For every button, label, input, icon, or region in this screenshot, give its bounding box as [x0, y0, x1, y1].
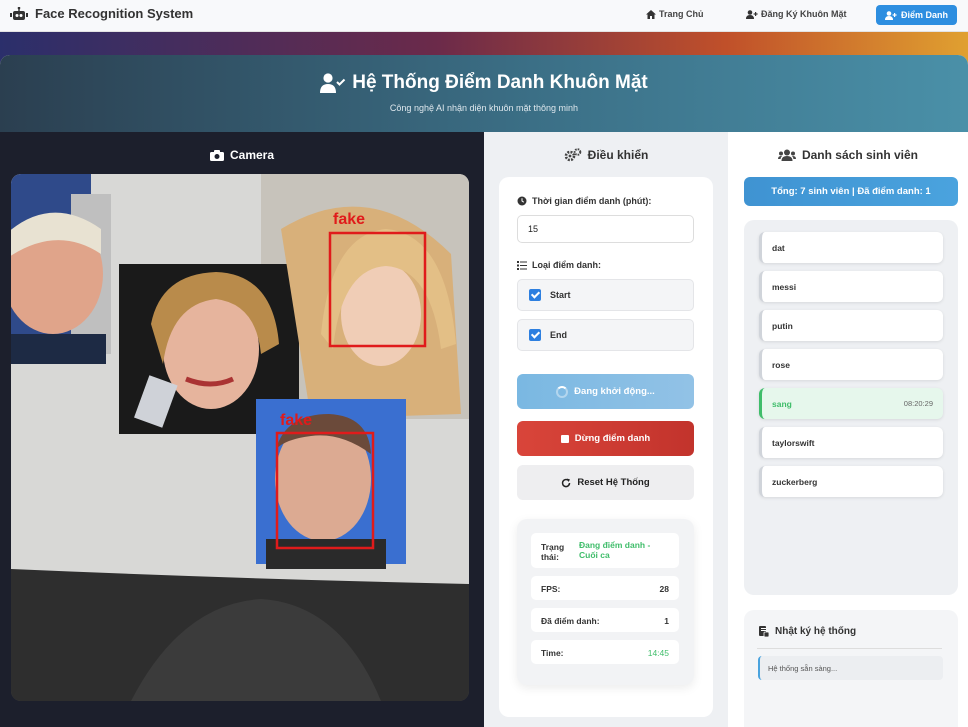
- home-icon: [646, 9, 656, 19]
- list-item[interactable]: rose: [759, 349, 943, 380]
- system-log: Nhật ký hệ thống Hệ thống sẵn sàng...: [744, 610, 958, 727]
- gears-icon: [564, 148, 581, 162]
- nav-attendance-button[interactable]: Điểm Danh: [876, 5, 957, 25]
- time-key: Time:: [541, 648, 564, 658]
- controls-panel: Điều khiển Thời gian điểm danh (phút): 1…: [484, 132, 728, 727]
- clock-icon: [517, 196, 527, 206]
- end-checkbox[interactable]: [529, 329, 541, 341]
- list-item[interactable]: messi: [759, 271, 943, 302]
- page-title-text: Hệ Thống Điểm Danh Khuôn Mặt: [352, 72, 648, 93]
- fps-key: FPS:: [541, 584, 561, 594]
- camera-frame-image: fake fake: [11, 174, 469, 701]
- time-row: Time: 14:45: [531, 640, 679, 664]
- list-item[interactable]: zuckerberg: [759, 466, 943, 497]
- detection-label: fake: [280, 412, 312, 429]
- user-check-icon: [884, 10, 897, 20]
- brand[interactable]: Face Recognition System: [10, 6, 193, 21]
- top-navbar: Face Recognition System Trang Chủ Đăng K…: [0, 0, 968, 32]
- students-title: Danh sách sinh viên: [728, 148, 968, 162]
- start-checkbox[interactable]: [529, 289, 541, 301]
- fps-row: FPS: 28: [531, 576, 679, 600]
- controls-title: Điều khiển: [484, 148, 728, 162]
- stop-icon: [560, 434, 569, 443]
- status-panel: Trạng thái: Đang điểm danh - Cuối ca FPS…: [517, 519, 694, 685]
- nav-home-label: Trang Chủ: [659, 9, 704, 19]
- time-input[interactable]: 15: [517, 215, 694, 243]
- detection-label: fake: [333, 211, 365, 228]
- start-option[interactable]: Start: [517, 279, 694, 311]
- list-icon: [517, 260, 527, 270]
- log-icon: [759, 626, 769, 637]
- status-key: Trạng thái:: [541, 542, 565, 562]
- divider: [757, 648, 942, 649]
- status-row: Trạng thái: Đang điểm danh - Cuối ca: [531, 533, 679, 568]
- students-title-text: Danh sách sinh viên: [801, 148, 919, 162]
- students-list: dat messi putin rose sang 08:20:29 taylor…: [744, 220, 958, 595]
- attended-value: 1: [664, 616, 669, 626]
- camera-feed: fake fake: [11, 174, 469, 701]
- brand-name: Face Recognition System: [35, 6, 194, 21]
- nav-attendance-label: Điểm Danh: [900, 10, 948, 20]
- list-item[interactable]: taylorswift: [759, 427, 943, 458]
- end-option[interactable]: End: [517, 319, 694, 351]
- reset-button[interactable]: Reset Hệ Thống: [517, 465, 694, 500]
- main-card: Hệ Thống Điểm Danh Khuôn Mặt Công nghệ A…: [0, 55, 968, 727]
- time-value: 14:45: [647, 648, 669, 658]
- students-summary: Tổng: 7 sinh viên | Đã điểm danh: 1: [744, 177, 958, 206]
- log-title: Nhật ký hệ thống: [758, 626, 856, 637]
- list-item[interactable]: putin: [759, 310, 943, 341]
- reset-button-label: Reset Hệ Thống: [577, 477, 650, 488]
- users-icon: [777, 149, 796, 161]
- attended-key: Đã điểm danh:: [541, 616, 600, 626]
- controls-title-text: Điều khiển: [587, 148, 649, 162]
- list-item[interactable]: sang 08:20:29: [759, 388, 943, 419]
- start-button[interactable]: Đang khởi động...: [517, 374, 694, 409]
- nav-home-link[interactable]: Trang Chủ: [646, 9, 704, 19]
- page-title: Hệ Thống Điểm Danh Khuôn Mặt: [0, 72, 968, 94]
- start-option-label: Start: [550, 290, 571, 300]
- type-label: Loại điểm danh:: [517, 260, 601, 270]
- page-subtitle: Công nghệ AI nhận diện khuôn mặt thông m…: [389, 103, 579, 113]
- robot-icon: [10, 6, 28, 20]
- user-check-icon: [320, 73, 346, 93]
- nav-register-link[interactable]: Đăng Ký Khuôn Mặt: [746, 9, 847, 19]
- camera-title-text: Camera: [229, 148, 275, 162]
- camera-panel: Camera fake fake: [0, 132, 484, 727]
- checkin-time: 08:20:29: [903, 399, 933, 408]
- list-item[interactable]: dat: [759, 232, 943, 263]
- end-option-label: End: [550, 330, 567, 340]
- status-value: Đang điểm danh - Cuối ca: [579, 540, 651, 560]
- controls-card: Thời gian điểm danh (phút): 15 Loại điểm…: [499, 177, 713, 717]
- camera-icon: [209, 149, 224, 161]
- start-button-label: Đang khởi động...: [574, 386, 655, 397]
- user-plus-icon: [746, 9, 758, 19]
- spinner-icon: [556, 385, 569, 398]
- refresh-icon: [562, 478, 571, 487]
- attended-row: Đã điểm danh: 1: [531, 608, 679, 632]
- stop-button-label: Dừng điểm danh: [574, 433, 651, 444]
- fps-value: 28: [659, 584, 669, 594]
- page-header: Hệ Thống Điểm Danh Khuôn Mặt Công nghệ A…: [0, 55, 968, 132]
- students-panel: Danh sách sinh viên Tổng: 7 sinh viên | …: [728, 132, 968, 727]
- nav-register-label: Đăng Ký Khuôn Mặt: [761, 9, 847, 19]
- log-entry: Hệ thống sẵn sàng...: [758, 656, 943, 680]
- time-label: Thời gian điểm danh (phút):: [517, 196, 651, 206]
- camera-title: Camera: [0, 148, 484, 162]
- stop-button[interactable]: Dừng điểm danh: [517, 421, 694, 456]
